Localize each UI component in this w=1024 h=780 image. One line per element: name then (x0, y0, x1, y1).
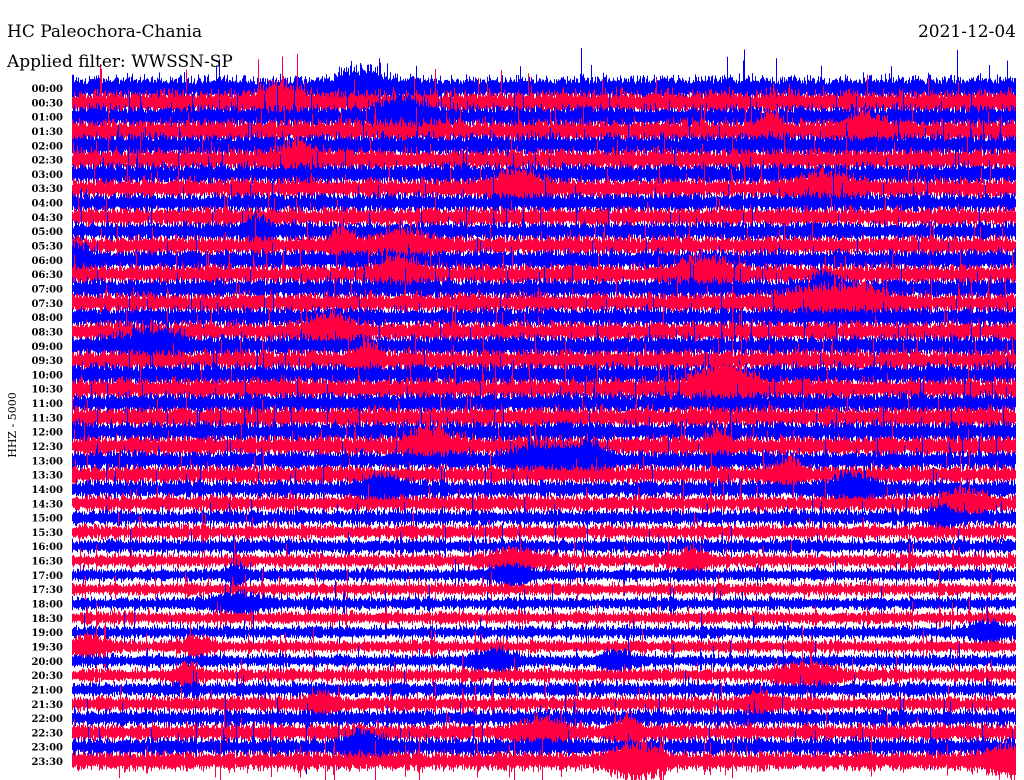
row-label: 11:30 (31, 413, 63, 424)
row-label: 22:30 (31, 728, 63, 739)
row-label: 16:00 (31, 542, 63, 553)
row-label: 00:00 (31, 84, 63, 95)
row-label: 23:30 (31, 757, 63, 768)
row-label: 01:00 (31, 113, 63, 124)
row-label: 23:00 (31, 743, 63, 754)
row-label: 18:00 (31, 600, 63, 611)
helicorder-plot: 00:00 00:30 01:00 01:30 02:00 02:30 03:00 03:30… (6, 22, 1016, 780)
row-label: 19:00 (31, 628, 63, 639)
row-label: 13:00 (31, 456, 63, 467)
row-label: 10:30 (31, 385, 63, 396)
row-label: 20:00 (31, 657, 63, 668)
row-label: 01:30 (31, 127, 63, 138)
row-label: 21:00 (31, 685, 63, 696)
row-label: 09:30 (31, 356, 63, 367)
row-label: 07:30 (31, 299, 63, 310)
filter-label: Applied filter: WWSSN-SP (6, 52, 233, 72)
row-label: 10:00 (31, 370, 63, 381)
row-label: 04:30 (31, 213, 63, 224)
row-label: 15:30 (31, 528, 63, 539)
row-label: 05:30 (31, 242, 63, 253)
row-label: 08:30 (31, 327, 63, 338)
row-label: 20:30 (31, 671, 63, 682)
row-label: 17:30 (31, 585, 63, 596)
row-label: 07:00 (31, 284, 63, 295)
row-label: 18:30 (31, 614, 63, 625)
row-label: 15:00 (31, 514, 63, 525)
row-label: 11:00 (31, 399, 63, 410)
row-label: 14:00 (31, 485, 63, 496)
row-label: 14:30 (31, 499, 63, 510)
row-label: 03:00 (31, 170, 63, 181)
row-label: 13:30 (31, 471, 63, 482)
row-label: 21:30 (31, 700, 63, 711)
row-label: 00:30 (31, 98, 63, 109)
row-label: 02:00 (31, 141, 63, 152)
row-label: 22:00 (31, 714, 63, 725)
row-label: 04:00 (31, 199, 63, 210)
y-axis-label: HHZ - 5000 (6, 392, 19, 458)
row-label: 12:30 (31, 442, 63, 453)
row-label: 16:30 (31, 557, 63, 568)
row-label: 12:00 (31, 428, 63, 439)
row-label: 06:00 (31, 256, 63, 267)
row-label: 19:30 (31, 642, 63, 653)
row-label: 02:30 (31, 156, 63, 167)
station-title: HC Paleochora-Chania (7, 22, 202, 42)
row-label: 03:30 (31, 184, 63, 195)
row-label: 08:00 (31, 313, 63, 324)
row-label: 09:00 (31, 342, 63, 353)
traces (72, 48, 1016, 780)
date-label: 2021-12-04 (918, 22, 1016, 42)
row-label: 06:30 (31, 270, 63, 281)
row-label: 05:00 (31, 227, 63, 238)
row-label: 17:00 (31, 571, 63, 582)
row-labels: 00:00 00:30 01:00 01:30 02:00 02:30 03:00 03:30… (31, 84, 63, 768)
